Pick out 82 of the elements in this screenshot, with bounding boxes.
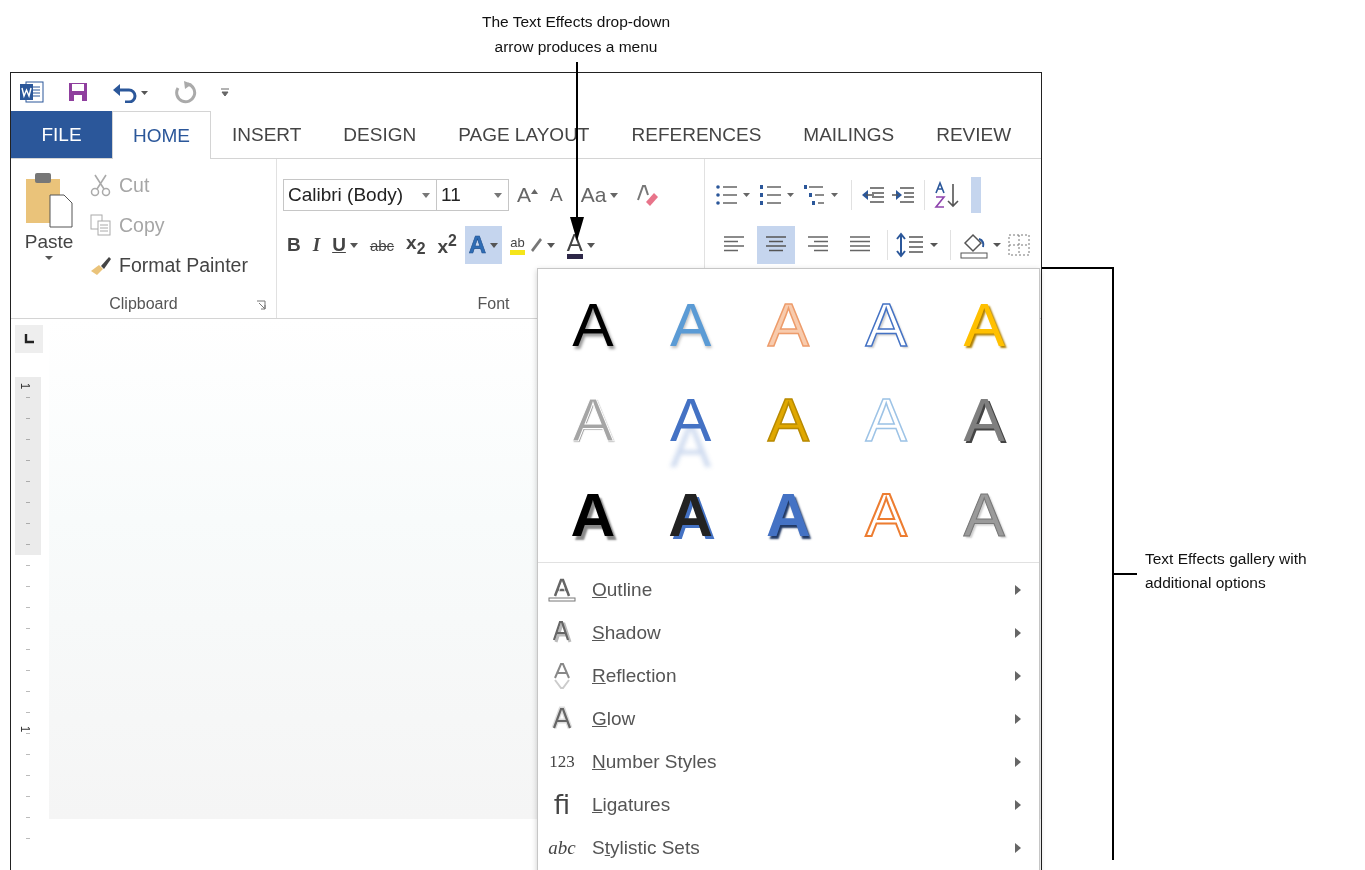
align-icon xyxy=(807,235,829,252)
caret-icon xyxy=(490,242,499,248)
decrease-indent-icon[interactable] xyxy=(860,184,886,206)
text-effect-style[interactable]: A xyxy=(641,467,740,562)
submenu-arrow-icon xyxy=(1015,627,1021,638)
ruler-number: 1 xyxy=(18,382,33,390)
word-logo-icon[interactable] xyxy=(19,80,45,104)
menu-item[interactable]: Glow xyxy=(538,697,1039,740)
submenu-arrow-icon xyxy=(1015,842,1021,853)
menu-item[interactable]: Shadow xyxy=(538,611,1039,654)
clipboard-command[interactable]: Format Painter xyxy=(87,247,250,283)
save-icon[interactable] xyxy=(67,81,89,103)
submenu-arrow-icon xyxy=(1015,799,1021,810)
text-effect-style[interactable]: A xyxy=(935,372,1033,467)
font-size-box[interactable]: 11 xyxy=(436,179,509,211)
align-button[interactable] xyxy=(757,226,795,264)
caret-icon xyxy=(546,242,555,248)
copy-icon xyxy=(89,213,113,237)
text-effect-style[interactable]: A xyxy=(544,277,642,372)
clipboard-icon xyxy=(24,171,74,229)
shading-icon[interactable] xyxy=(959,231,1003,259)
menu-item[interactable]: 123 Number Styles xyxy=(538,740,1039,783)
ribbon-tab[interactable]: INSERT xyxy=(211,111,323,158)
paste-button[interactable]: Paste xyxy=(11,167,87,290)
format-button[interactable]: x$_{2}$ xyxy=(402,226,430,264)
increase-indent-icon[interactable] xyxy=(890,184,916,206)
change-case-button[interactable]: Aa xyxy=(576,183,623,207)
menu-item[interactable]: Outline xyxy=(538,568,1039,611)
ribbon-tab[interactable]: REFERENCES xyxy=(610,111,783,158)
menu-glyph-icon: abc xyxy=(544,836,580,859)
menu-glyph-icon: ﬁ xyxy=(544,789,580,820)
pen-icon xyxy=(528,236,543,254)
caret-icon xyxy=(586,242,595,248)
ribbon-tab[interactable]: FILE xyxy=(11,111,112,158)
caret-icon xyxy=(494,192,502,198)
text-effect-style[interactable]: A xyxy=(544,467,642,562)
align-icon xyxy=(849,235,871,252)
caret-icon xyxy=(44,255,54,261)
undo-icon[interactable] xyxy=(111,81,151,103)
ribbon-tab[interactable]: HOME xyxy=(112,111,211,159)
dialog-launcher-icon[interactable] xyxy=(256,300,266,310)
menu-glyph-icon: 123 xyxy=(544,751,580,772)
submenu-arrow-icon xyxy=(1015,713,1021,724)
grow-font-button[interactable]: A xyxy=(513,183,542,207)
format-button[interactable]: x$^{2}$ xyxy=(433,226,461,264)
eraser-icon[interactable] xyxy=(634,182,661,208)
menu-item[interactable]: Reflection xyxy=(538,654,1039,697)
tab-selector-button[interactable] xyxy=(15,325,43,353)
callout-text: The Text Effects drop-down arrow produces a menu xyxy=(480,12,672,57)
caret-icon xyxy=(422,192,430,198)
format-button[interactable]: ab xyxy=(506,226,559,264)
group-label: Clipboard xyxy=(109,295,178,313)
align-icon xyxy=(723,235,745,252)
left-tab-icon xyxy=(24,334,34,344)
submenu-arrow-icon xyxy=(1015,756,1021,767)
submenu-arrow-icon xyxy=(1015,670,1021,681)
ruler-number: 1 xyxy=(18,725,33,733)
menu-item[interactable]: abc Stylistic Sets xyxy=(538,826,1039,869)
ribbon-tab[interactable]: MAILINGS xyxy=(782,111,916,158)
format-button[interactable]: A xyxy=(464,226,503,264)
callout-text: Text Effects gallery with additional options xyxy=(1145,549,1307,593)
font-name-box[interactable]: Calibri (Body) xyxy=(283,179,437,211)
text-effect-style[interactable]: A xyxy=(641,372,740,467)
sort-icon[interactable] xyxy=(933,181,961,209)
customize-toolbar-icon[interactable] xyxy=(219,85,231,99)
format-button[interactable]: I xyxy=(308,226,325,264)
group-label: Font xyxy=(477,295,510,313)
caret-icon xyxy=(610,192,619,198)
submenu-arrow-icon xyxy=(1015,584,1021,595)
text-effect-style[interactable]: A xyxy=(739,467,838,562)
shrink-font-button[interactable]: A xyxy=(546,184,567,206)
ribbon-tab[interactable]: REVIEW xyxy=(915,111,1033,158)
format-button[interactable]: abc xyxy=(365,226,399,264)
up-caret-icon xyxy=(531,189,538,194)
caret-icon xyxy=(349,242,358,248)
format-button[interactable]: B xyxy=(283,226,305,264)
text-effect-style[interactable]: A xyxy=(837,277,936,372)
align-icon xyxy=(765,235,787,252)
format-button[interactable]: U xyxy=(328,226,362,264)
ribbon-tab[interactable]: DESIGN xyxy=(322,111,438,158)
menu-item[interactable]: ﬁ Ligatures xyxy=(538,783,1039,826)
scissors-icon xyxy=(89,173,113,197)
